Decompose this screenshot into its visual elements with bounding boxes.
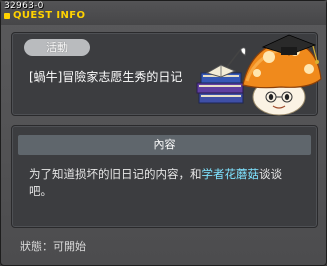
quest-content-panel: 內容 为了知道损坏的旧日记的内容，和学者花蘑菇谈谈吧。 xyxy=(11,125,318,228)
npc-name-link[interactable]: 学者花蘑菇 xyxy=(202,167,260,181)
quest-info-window: 32963-0 QUEST INFO 活動 [蝸牛]冒險家志愿生秀的日记 內容 … xyxy=(0,0,327,266)
mushroom-scholar-icon xyxy=(196,34,322,116)
content-header: 內容 xyxy=(18,135,311,155)
quest-category-badge: 活動 xyxy=(24,39,90,56)
quest-name: [蝸牛]冒險家志愿生秀的日记 xyxy=(29,70,183,84)
content-description: 为了知道损坏的旧日记的内容，和学者花蘑菇谈谈吧。 xyxy=(29,166,304,200)
book-stack-icon xyxy=(196,47,246,104)
quest-status: 狀態：可開始 xyxy=(20,240,86,253)
title-bar[interactable]: 32963-0 QUEST INFO xyxy=(1,1,326,25)
title-square-icon xyxy=(4,13,10,19)
content-text-before: 为了知道损坏的旧日记的内容，和 xyxy=(29,167,202,181)
window-title: QUEST INFO xyxy=(13,10,86,21)
